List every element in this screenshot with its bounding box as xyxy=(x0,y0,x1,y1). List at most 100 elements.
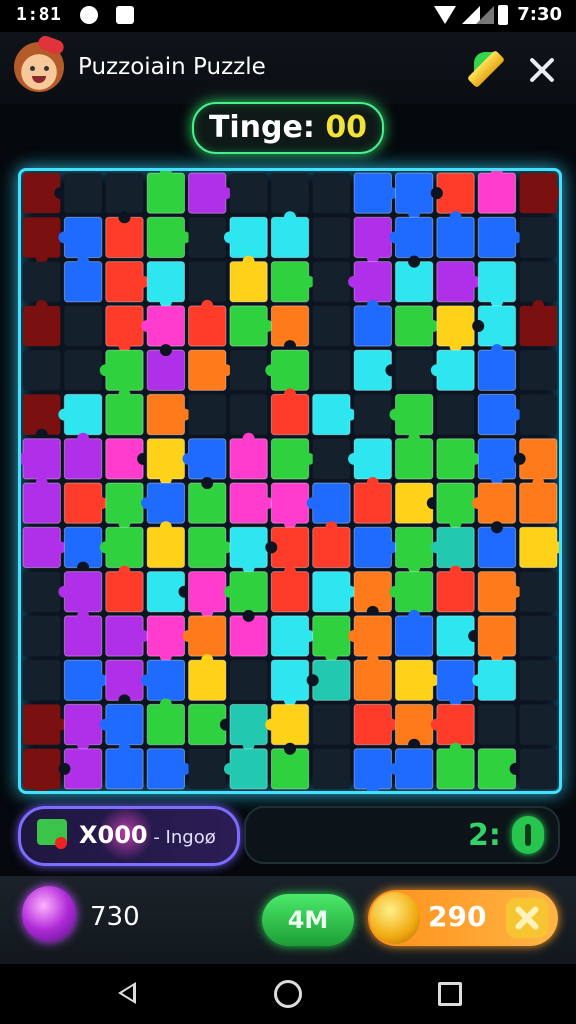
puzzle-piece[interactable] xyxy=(146,172,186,214)
puzzle-piece[interactable] xyxy=(146,349,186,391)
puzzle-piece[interactable] xyxy=(394,172,434,214)
puzzle-piece[interactable] xyxy=(436,482,475,524)
puzzle-piece[interactable] xyxy=(23,748,61,789)
puzzle-piece[interactable] xyxy=(477,261,517,303)
puzzle-grid[interactable] xyxy=(21,171,559,791)
multiplier-x-icon[interactable] xyxy=(506,898,548,938)
puzzle-piece[interactable] xyxy=(477,172,517,214)
puzzle-piece[interactable] xyxy=(353,571,392,613)
puzzle-piece[interactable] xyxy=(270,393,310,436)
puzzle-piece[interactable] xyxy=(477,438,517,480)
puzzle-piece[interactable] xyxy=(519,482,558,524)
empty-slot xyxy=(312,748,351,789)
puzzle-piece[interactable] xyxy=(353,748,392,790)
puzzle-piece[interactable] xyxy=(394,261,434,303)
puzzle-piece[interactable] xyxy=(229,615,268,657)
puzzle-piece[interactable] xyxy=(229,261,268,303)
empty-slot xyxy=(23,350,61,391)
avatar[interactable] xyxy=(14,33,66,92)
puzzle-piece[interactable] xyxy=(105,482,144,524)
puzzle-piece[interactable] xyxy=(188,571,227,613)
puzzle-piece-knob xyxy=(532,477,545,489)
puzzle-piece[interactable] xyxy=(63,615,103,657)
puzzle-piece-knob xyxy=(77,432,90,445)
empty-slot xyxy=(105,173,144,214)
puzzle-piece[interactable] xyxy=(188,305,227,347)
puzzle-piece[interactable] xyxy=(63,703,103,746)
puzzle-piece[interactable] xyxy=(23,394,61,435)
puzzle-piece[interactable] xyxy=(270,305,310,347)
app-header: Puzzoiain Puzzle xyxy=(0,32,576,104)
puzzle-piece[interactable] xyxy=(270,659,310,701)
puzzle-piece[interactable] xyxy=(146,526,186,569)
puzzle-piece-knob xyxy=(430,187,443,200)
puzzle-piece[interactable] xyxy=(23,305,61,347)
puzzle-piece[interactable] xyxy=(394,615,434,657)
puzzle-piece[interactable] xyxy=(23,217,61,258)
puzzle-piece[interactable] xyxy=(188,659,227,701)
puzzle-piece[interactable] xyxy=(105,305,144,347)
puzzle-piece[interactable] xyxy=(22,482,61,524)
puzzle-piece[interactable] xyxy=(105,659,144,701)
back-icon[interactable] xyxy=(118,982,136,1004)
gem-icon[interactable] xyxy=(22,886,76,942)
puzzle-piece[interactable] xyxy=(436,571,475,613)
puzzle-piece-knob xyxy=(159,521,172,534)
recent-apps-icon[interactable] xyxy=(438,982,462,1006)
counter-pill-icon[interactable] xyxy=(512,816,544,854)
puzzle-piece[interactable] xyxy=(229,703,268,746)
puzzle-piece[interactable] xyxy=(353,482,392,524)
puzzle-piece[interactable] xyxy=(105,748,144,790)
puzzle-piece[interactable] xyxy=(63,261,103,303)
puzzle-piece[interactable] xyxy=(353,216,392,259)
coin-icon xyxy=(370,892,420,944)
puzzle-piece[interactable] xyxy=(436,216,475,259)
pencil-button[interactable] xyxy=(462,46,506,90)
puzzle-piece[interactable] xyxy=(477,526,517,569)
home-icon[interactable] xyxy=(274,980,302,1008)
bonus-bar[interactable]: X000 - Ingoø xyxy=(18,803,240,866)
puzzle-piece[interactable] xyxy=(436,305,475,347)
puzzle-piece[interactable] xyxy=(519,305,557,347)
score-pill: Tinge: 00 xyxy=(192,102,384,154)
puzzle-piece[interactable] xyxy=(270,216,310,259)
puzzle-piece[interactable] xyxy=(436,748,475,790)
puzzle-piece[interactable] xyxy=(394,438,434,480)
close-icon[interactable] xyxy=(524,52,560,88)
empty-slot xyxy=(436,394,475,435)
puzzle-piece[interactable] xyxy=(146,261,186,303)
puzzle-piece-knob xyxy=(265,541,278,554)
puzzle-piece[interactable] xyxy=(146,615,186,657)
puzzle-piece[interactable] xyxy=(146,438,186,480)
puzzle-piece[interactable] xyxy=(353,659,392,701)
puzzle-piece[interactable] xyxy=(270,748,310,790)
puzzle-piece[interactable] xyxy=(353,305,392,347)
puzzle-piece[interactable] xyxy=(105,393,144,436)
puzzle-piece[interactable] xyxy=(477,615,517,657)
empty-slot xyxy=(312,305,351,347)
puzzle-piece-knob xyxy=(201,299,214,312)
puzzle-piece[interactable] xyxy=(312,615,351,657)
puzzle-piece-knob xyxy=(449,211,462,224)
empty-slot xyxy=(23,615,61,657)
puzzle-piece[interactable] xyxy=(270,571,310,613)
puzzle-piece[interactable] xyxy=(270,482,310,524)
puzzle-piece[interactable] xyxy=(63,526,103,569)
empty-slot xyxy=(478,704,516,745)
puzzle-piece[interactable] xyxy=(477,349,517,391)
puzzle-piece[interactable] xyxy=(229,438,268,480)
coin-bar[interactable]: 290 xyxy=(368,890,558,946)
puzzle-piece[interactable] xyxy=(312,526,351,569)
puzzle-piece-knob xyxy=(223,231,236,244)
puzzle-piece[interactable] xyxy=(146,703,186,746)
puzzle-piece[interactable] xyxy=(394,703,434,746)
puzzle-board[interactable] xyxy=(18,168,562,794)
puzzle-piece[interactable] xyxy=(188,482,227,524)
play-button[interactable]: 4M xyxy=(262,894,354,946)
puzzle-piece[interactable] xyxy=(229,526,268,569)
puzzle-piece[interactable] xyxy=(105,216,144,259)
puzzle-piece[interactable] xyxy=(436,659,475,701)
puzzle-piece[interactable] xyxy=(63,438,103,480)
puzzle-piece[interactable] xyxy=(105,571,144,613)
puzzle-piece[interactable] xyxy=(394,526,434,569)
